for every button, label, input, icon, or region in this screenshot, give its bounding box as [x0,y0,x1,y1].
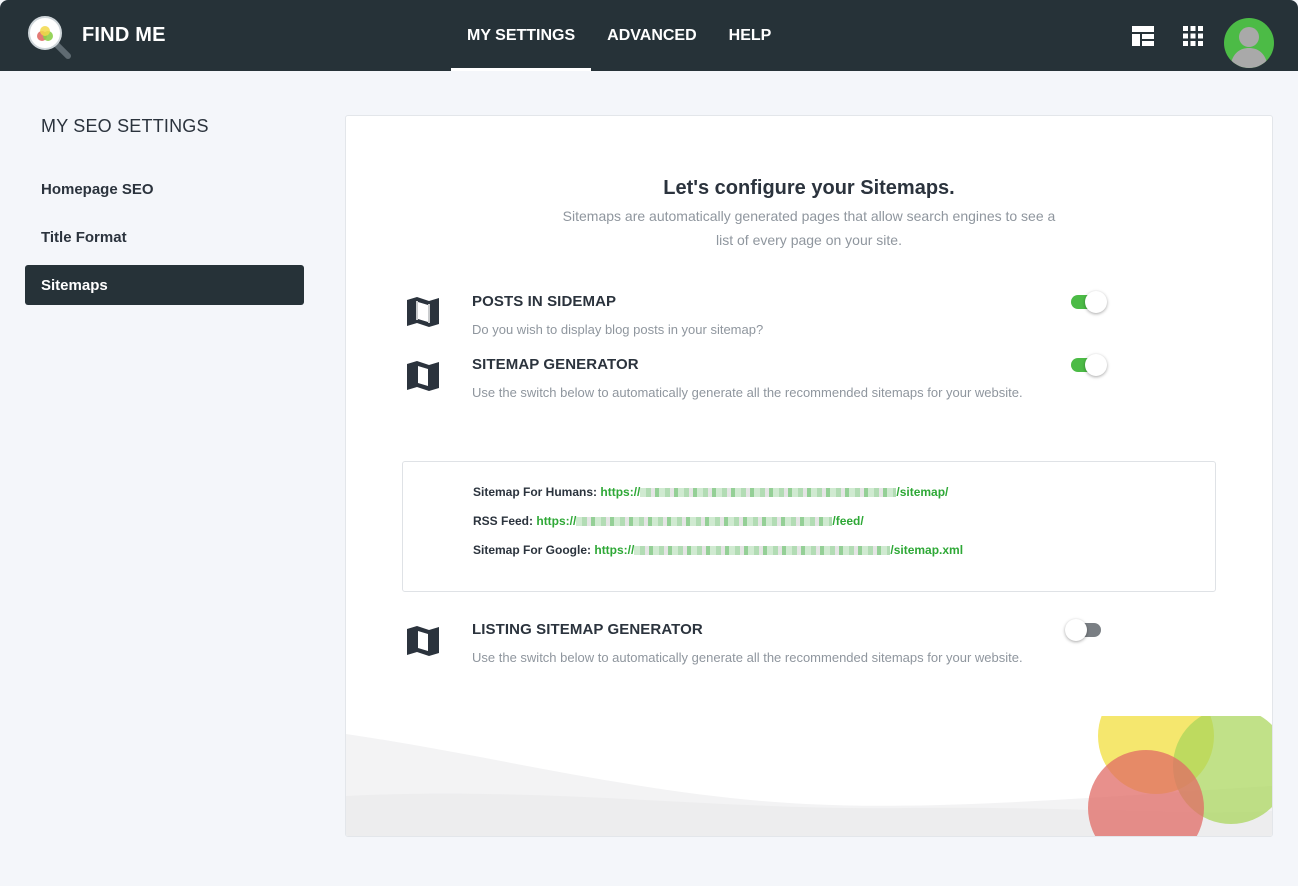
listing-sitemap-generator-toggle[interactable] [1065,619,1103,641]
link-label-google: Sitemap For Google: [473,543,592,557]
link-row-google: Sitemap For Google: https:///sitemap.xml [473,543,963,557]
user-avatar[interactable] [1224,18,1274,68]
link-row-humans: Sitemap For Humans: https:///sitemap/ [473,485,948,499]
setting-desc-posts-in-sidemap: Do you wish to display blog posts in you… [472,322,764,337]
page-subtitle: Sitemaps are automatically generated pag… [562,208,1056,248]
main-nav: MY SETTINGS ADVANCED HELP [451,0,787,71]
user-silhouette-icon [1230,27,1268,68]
tab-my-settings[interactable]: MY SETTINGS [451,0,592,71]
sitemap-links-box: Sitemap For Humans: https:///sitemap/ RS… [402,461,1216,592]
map-icon [407,297,439,327]
decorative-background [346,716,1272,836]
link-google[interactable]: https:///sitemap.xml [594,543,963,557]
sidebar-item-title-format[interactable]: Title Format [25,217,304,257]
posts-in-sidemap-toggle[interactable] [1071,291,1107,313]
setting-title-posts-in-sidemap: POSTS IN SIDEMAP [472,293,617,310]
sitemaps-card: Let's configure your Sitemaps. Sitemaps … [345,115,1273,837]
link-rss-feed[interactable]: https:///feed/ [536,514,863,528]
logo-magnifier-icon[interactable] [26,14,72,60]
redacted-domain [576,517,833,527]
tab-advanced[interactable]: ADVANCED [591,0,712,71]
link-label-rss: RSS Feed: [473,514,534,528]
app-title: FIND ME [82,24,166,46]
setting-title-sitemap-generator: SITEMAP GENERATOR [472,356,639,373]
tab-help[interactable]: HELP [713,0,788,71]
page-title: Let's configure your Sitemaps. [663,177,955,199]
toggle-knob [1085,354,1107,376]
map-icon [407,361,439,391]
setting-title-listing-sitemap-generator: LISTING SITEMAP GENERATOR [472,621,703,638]
sidebar-item-homepage-seo[interactable]: Homepage SEO [25,169,304,209]
toggle-knob [1085,291,1107,313]
setting-desc-sitemap-generator: Use the switch below to automatically ge… [472,385,1023,400]
sidebar-item-sitemaps[interactable]: Sitemaps [25,265,304,305]
redacted-domain [634,546,891,556]
link-label-humans: Sitemap For Humans: [473,485,598,499]
toggle-knob [1065,619,1087,641]
link-row-rss: RSS Feed: https:///feed/ [473,514,864,528]
redacted-domain [640,488,897,498]
apps-grid-icon[interactable] [1183,26,1203,46]
sitemap-generator-toggle[interactable] [1071,354,1107,376]
dashboard-icon[interactable] [1132,26,1154,46]
map-icon [407,626,439,656]
setting-desc-listing-sitemap-generator: Use the switch below to automatically ge… [472,650,1023,665]
top-bar: FIND ME MY SETTINGS ADVANCED HELP [0,0,1298,71]
link-humans[interactable]: https:///sitemap/ [600,485,948,499]
sidebar-title: MY SEO SETTINGS [41,116,209,136]
